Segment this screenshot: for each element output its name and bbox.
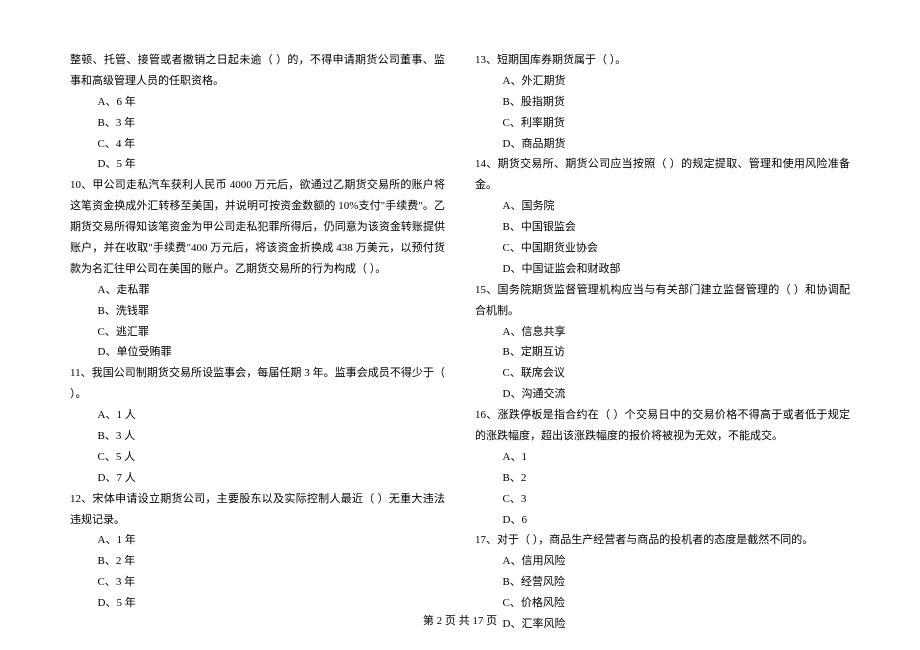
page-footer: 第 2 页 共 17 页 (0, 611, 920, 632)
option-c: C、逃汇罪 (70, 322, 445, 343)
option-a: A、1 年 (70, 530, 445, 551)
option-c: C、利率期货 (475, 113, 850, 134)
option-b: B、经营风险 (475, 572, 850, 593)
right-column: 13、短期国库券期货属于（ ）。 A、外汇期货 B、股指期货 C、利率期货 D、… (475, 50, 850, 635)
question-11: 11、我国公司制期货交易所设监事会，每届任期 3 年。监事会成员不得少于（ ）。 (70, 363, 445, 405)
question-10: 10、甲公司走私汽车获利人民币 4000 万元后，欲通过乙期货交易所的账户将这笔… (70, 175, 445, 279)
option-a: A、1 (475, 447, 850, 468)
option-d: D、5 年 (70, 154, 445, 175)
question-intro: 整顿、托管、接管或者撤销之日起未逾（ ）的，不得申请期货公司董事、监事和高级管理… (70, 50, 445, 92)
option-c: C、联席会议 (475, 363, 850, 384)
option-b: B、2 年 (70, 551, 445, 572)
option-b: B、洗钱罪 (70, 301, 445, 322)
option-b: B、中国银监会 (475, 217, 850, 238)
option-b: B、3 人 (70, 426, 445, 447)
option-c: C、中国期货业协会 (475, 238, 850, 259)
option-d: D、单位受贿罪 (70, 342, 445, 363)
option-b: B、定期互访 (475, 342, 850, 363)
option-d: D、沟通交流 (475, 384, 850, 405)
option-a: A、走私罪 (70, 280, 445, 301)
question-17: 17、对于（ ），商品生产经营者与商品的投机者的态度是截然不同的。 (475, 530, 850, 551)
option-b: B、2 (475, 468, 850, 489)
option-c: C、3 年 (70, 572, 445, 593)
question-15: 15、国务院期货监督管理机构应当与有关部门建立监督管理的（ ）和协调配合机制。 (475, 280, 850, 322)
option-a: A、外汇期货 (475, 71, 850, 92)
option-d: D、6 (475, 510, 850, 531)
left-column: 整顿、托管、接管或者撤销之日起未逾（ ）的，不得申请期货公司董事、监事和高级管理… (70, 50, 445, 635)
option-a: A、信用风险 (475, 551, 850, 572)
option-a: A、6 年 (70, 92, 445, 113)
option-a: A、信息共享 (475, 322, 850, 343)
question-12: 12、宋体申请设立期货公司，主要股东以及实际控制人最近（ ）无重大违法违规记录。 (70, 489, 445, 531)
option-d: D、中国证监会和财政部 (475, 259, 850, 280)
option-b: B、股指期货 (475, 92, 850, 113)
option-c: C、5 人 (70, 447, 445, 468)
question-14: 14、期货交易所、期货公司应当按照（ ）的规定提取、管理和使用风险准备金。 (475, 154, 850, 196)
option-d: D、7 人 (70, 468, 445, 489)
option-a: A、国务院 (475, 196, 850, 217)
option-c: C、3 (475, 489, 850, 510)
option-d: D、商品期货 (475, 134, 850, 155)
question-13: 13、短期国库券期货属于（ ）。 (475, 50, 850, 71)
option-b: B、3 年 (70, 113, 445, 134)
option-c: C、4 年 (70, 134, 445, 155)
question-16: 16、涨跌停板是指合约在（ ）个交易日中的交易价格不得高于或者低于规定的涨跌幅度… (475, 405, 850, 447)
option-a: A、1 人 (70, 405, 445, 426)
